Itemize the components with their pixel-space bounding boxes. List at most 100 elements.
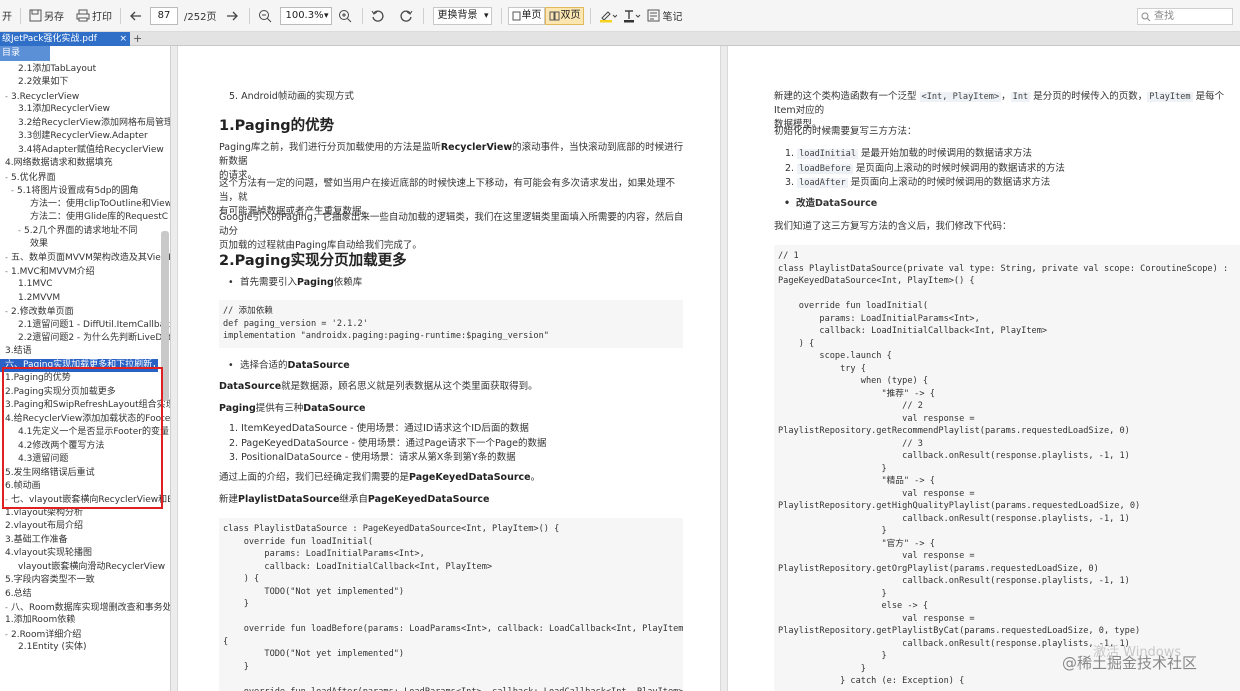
site-watermark: @稀土掘金技术社区	[1062, 654, 1198, 672]
toc-item[interactable]: 6.总结	[5, 588, 32, 601]
heading: 1.Paging的优势	[219, 118, 335, 134]
toc-item[interactable]: 4.vlayout实现轮播图	[5, 547, 92, 560]
toc-item-label: 3.基础工作准备	[5, 534, 68, 545]
list-item: 5. Android帧动画的实现方式	[229, 91, 354, 102]
double-page-button[interactable]: 双页	[545, 6, 585, 25]
printer-icon	[76, 9, 90, 22]
toc-item[interactable]: -3.RecyclerView	[5, 90, 79, 103]
toc-item[interactable]: 3.结语	[5, 345, 32, 358]
paragraph: 新建PlaylistDataSource继承自PageKeyedDataSour…	[219, 494, 490, 505]
toc-item[interactable]: 3.1添加RecyclerView	[18, 103, 110, 116]
zoom-in-icon	[339, 9, 352, 22]
search-input[interactable]: 查找	[1137, 8, 1233, 25]
toc-item-label: 5.1将图片设置成有5dp的圆角	[17, 186, 139, 197]
toc-item[interactable]: 3.基础工作准备	[5, 534, 68, 547]
toc-item[interactable]: 3.2给RecyclerView添加网格布局管理	[18, 117, 170, 130]
paragraph: Paging提供有三种DataSource	[219, 403, 366, 414]
toc-item[interactable]: 4.网络数据请求和数据填充	[5, 157, 113, 170]
rotate-cw-icon	[400, 10, 413, 22]
arrow-right-icon	[227, 11, 239, 20]
document-tab[interactable]: 级JetPack强化实战.pdf ×	[0, 32, 130, 46]
toc-item[interactable]: 2.2效果如下	[18, 76, 68, 89]
list-item: 3. loadAfter 是页面向上滚动的时候时候调用的数据请求方法	[785, 177, 1051, 188]
code-block: class PlaylistDataSource : PageKeyedData…	[219, 518, 683, 691]
close-tab-icon[interactable]: ×	[119, 32, 127, 46]
zoom-in-button[interactable]	[336, 5, 356, 27]
toc-item-label: vlayout嵌套横向滑动RecyclerView	[18, 561, 166, 572]
highlighter-icon	[600, 10, 618, 22]
bullet-item: 首先需要引入Paging依赖库	[228, 276, 362, 290]
heading: 2.Paging实现分页加载更多	[219, 253, 407, 269]
paragraph: DataSource就是数据源，顾名思义就是列表数据从这个类里面获取得到。	[219, 381, 538, 392]
toc-item[interactable]: 5.字段内容类型不一致	[5, 574, 95, 587]
rotate-right-button[interactable]	[397, 5, 417, 27]
list-item: 1. loadInitial 是最开始加载的时候调用的数据请求方法	[785, 148, 1033, 159]
toc-item-label: 方法二：使用Glide库的RequestC	[30, 211, 169, 222]
toc-item[interactable]: 2.1Entity (实体)	[18, 641, 86, 654]
toc-item-label: 3.RecyclerView	[11, 91, 80, 102]
toc-item[interactable]: -2.修改数单页面	[5, 305, 74, 318]
toc-item[interactable]: - 八、Room数据库实现增删改查和事务处理	[5, 601, 170, 614]
arrow-left-icon	[130, 11, 141, 20]
rotate-ccw-icon	[372, 10, 385, 22]
note-button[interactable]: 笔记	[645, 5, 684, 27]
toc-item-label: 1.1MVC	[18, 279, 53, 290]
save-as-button[interactable]: 另存	[27, 5, 66, 27]
toc-item[interactable]: 1.1MVC	[18, 278, 53, 291]
toc-item-label: 2.1添加TabLayout	[18, 64, 97, 74]
toc-item[interactable]: -5.2几个界面的请求地址不同	[18, 224, 137, 237]
toc-item-label: 5.优化界面	[11, 172, 56, 183]
toc-item[interactable]: 2.1遗留问题1 - DiffUtil.ItemCallback	[18, 319, 170, 332]
toc-item[interactable]: 3.3创建RecyclerView.Adapter	[18, 130, 148, 143]
next-page-button[interactable]	[224, 5, 243, 27]
toc-item-label: 2.Room详细介绍	[11, 629, 82, 640]
toc-item[interactable]: -2.Room详细介绍	[5, 628, 81, 641]
background-select[interactable]: 更换背景	[433, 6, 493, 25]
note-icon	[647, 9, 660, 22]
paragraph: 我们知道了这三方复写方法的含义后，我们修改下代码：	[774, 221, 1012, 232]
new-tab-button[interactable]: +	[133, 32, 142, 46]
toc-item-label: 2.1Entity (实体)	[18, 642, 87, 653]
toc-item[interactable]: 1.2MVVM	[18, 292, 60, 305]
toc-item[interactable]: -5.优化界面	[5, 171, 56, 184]
open-button[interactable]: 开	[0, 5, 14, 27]
toc-item[interactable]: 3.4将Adapter赋值给RecyclerView	[18, 144, 164, 157]
divider	[120, 7, 121, 24]
single-page-icon	[512, 11, 521, 20]
toc-item[interactable]: 效果	[30, 238, 48, 251]
toc-item[interactable]: vlayout嵌套横向滑动RecyclerView	[18, 561, 165, 574]
code-block: // 1 class PlaylistDataSource(private va…	[774, 245, 1240, 691]
toc-item-label: 1.vlayout架构分析	[5, 507, 83, 518]
toc-item-label: 3.4将Adapter赋值给RecyclerView	[18, 144, 164, 155]
toc-item[interactable]: - 五、数单页面MVVM架构改造及其ViewM	[5, 251, 170, 264]
toc-item-label: 效果	[30, 238, 49, 249]
toc-item-label: 3.结语	[5, 346, 32, 357]
toc-item-label: 3.3创建RecyclerView.Adapter	[18, 131, 148, 142]
prev-page-button[interactable]	[127, 5, 146, 27]
toc-item[interactable]: 方法二：使用Glide库的RequestC	[30, 211, 168, 224]
toolbar: 开 另存 打印 87 /252页 100.3% 更换背景 单页 双页 笔记	[0, 0, 1240, 32]
highlight-button[interactable]	[597, 5, 621, 27]
page-number-input[interactable]: 87	[150, 6, 178, 25]
toc-item-label: 3.1添加RecyclerView	[18, 104, 111, 115]
toc-item[interactable]: -5.1将图片设置成有5dp的圆角	[11, 184, 138, 197]
highlight-frame	[2, 367, 163, 509]
text-color-button[interactable]	[621, 5, 645, 27]
zoom-select[interactable]: 100.3%	[280, 6, 333, 25]
toc-item[interactable]: 2.1添加TabLayout	[18, 63, 96, 76]
toc-item-label: 1.MVC和MVVM介绍	[11, 266, 95, 277]
pdf-page-left: 5. Android帧动画的实现方式 1.Paging的优势 Paging库之前…	[177, 46, 721, 691]
toc-item[interactable]: 1.添加Room依赖	[5, 614, 75, 627]
rotate-left-button[interactable]	[369, 5, 389, 27]
divider	[590, 7, 592, 24]
zoom-out-button[interactable]	[256, 5, 276, 27]
print-button[interactable]: 打印	[74, 5, 114, 27]
toc-item[interactable]: 方法一：使用clipToOutline和View	[30, 198, 170, 211]
pdf-page-right: 新建的这个类构造函数有一个泛型 <Int, PlayItem>， Int 是分页的…	[727, 46, 1240, 691]
toc-item-label: 2.修改数单页面	[11, 307, 74, 318]
toc-item[interactable]: 2.2遗留问题2 - 为什么先判断LiveDat	[18, 332, 170, 345]
toc-item[interactable]: 2.vlayout布局介绍	[5, 520, 83, 533]
single-page-button[interactable]: 单页	[508, 6, 546, 25]
toc-item[interactable]: -1.MVC和MVVM介绍	[5, 265, 95, 278]
bullet-item: 改造DataSource	[784, 197, 877, 211]
